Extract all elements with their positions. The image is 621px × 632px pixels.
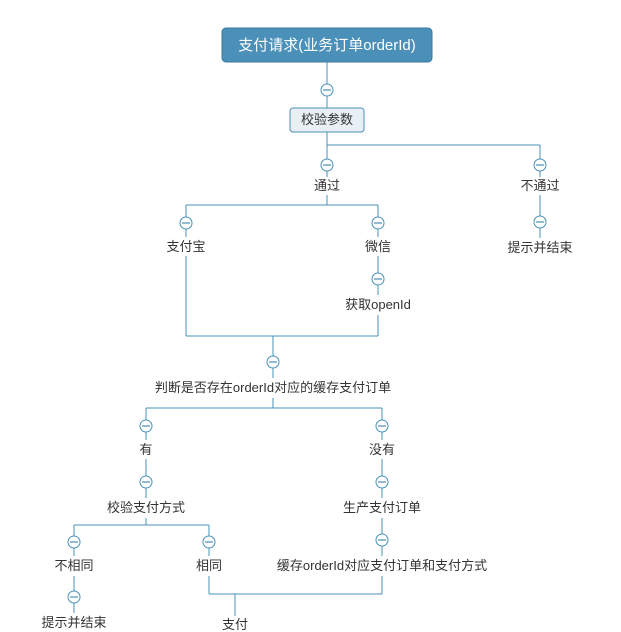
fail-end-label: 提示并结束	[507, 240, 572, 255]
root-label: 支付请求(业务订单orderId)	[238, 37, 416, 54]
toggle-icon[interactable]	[372, 273, 384, 285]
check-cache-label: 判断是否存在orderId对应的缓存支付订单	[155, 380, 391, 395]
openid-label: 获取openId	[345, 297, 411, 312]
none-label: 没有	[369, 442, 395, 457]
cache-store-label: 缓存orderId对应支付订单和支付方式	[277, 558, 487, 573]
toggle-icon[interactable]	[372, 217, 384, 229]
wechat-label: 微信	[365, 239, 391, 254]
toggle-icon[interactable]	[376, 534, 388, 546]
pay-label: 支付	[222, 617, 248, 632]
alipay-label: 支付宝	[166, 239, 205, 254]
same-label: 相同	[196, 558, 222, 573]
pass-label: 通过	[314, 178, 340, 193]
toggle-icon[interactable]	[534, 159, 546, 171]
fail-label: 不通过	[520, 178, 559, 193]
toggle-icon[interactable]	[321, 84, 333, 96]
toggle-icon[interactable]	[376, 420, 388, 432]
validate-label: 校验参数	[301, 112, 353, 127]
flow-diagram: 支付请求(业务订单orderId) 校验参数 通过 不通过 提示并结束	[0, 0, 621, 632]
diff-end-label: 提示并结束	[41, 615, 106, 630]
toggle-icon[interactable]	[180, 217, 192, 229]
toggle-icon[interactable]	[68, 591, 80, 603]
toggle-icon[interactable]	[140, 476, 152, 488]
validate-method-label: 校验支付方式	[107, 500, 185, 515]
toggle-icon[interactable]	[68, 536, 80, 548]
toggle-icon[interactable]	[376, 476, 388, 488]
toggle-icon[interactable]	[534, 216, 546, 228]
toggle-icon[interactable]	[321, 159, 333, 171]
has-label: 有	[139, 442, 152, 457]
toggle-icon[interactable]	[267, 356, 279, 368]
gen-order-label: 生产支付订单	[343, 500, 421, 515]
toggle-icon[interactable]	[140, 420, 152, 432]
diff-label: 不相同	[54, 558, 93, 573]
toggle-icon[interactable]	[203, 536, 215, 548]
